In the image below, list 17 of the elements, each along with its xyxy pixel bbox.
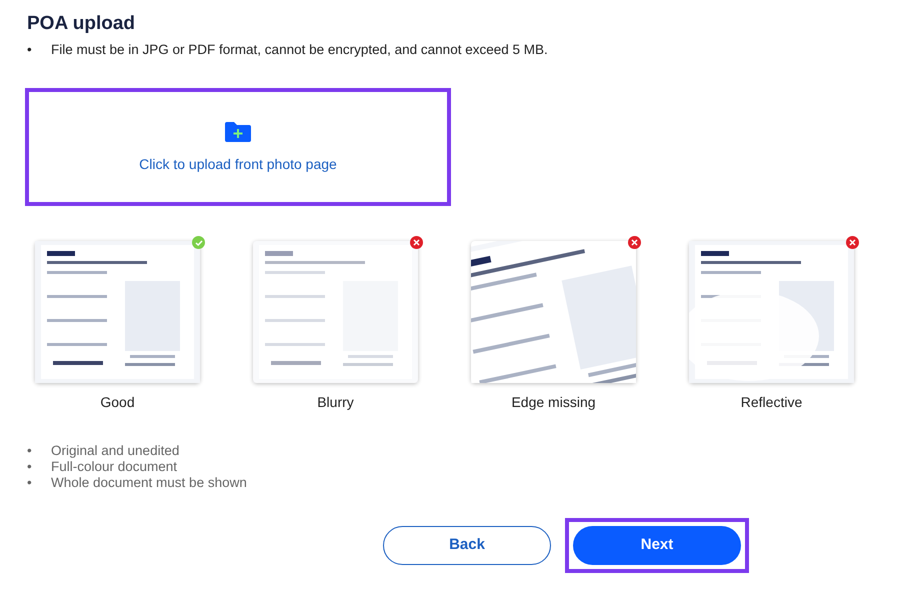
bullet: • [27,459,33,475]
example-label: Good [100,393,135,412]
checklist-item: Full-colour document [51,459,178,475]
upload-area[interactable]: Click to upload front photo page [25,88,451,206]
bullet: • [27,41,33,59]
requirement-text: File must be in JPG or PDF format, cannot be encrypted, and cannot exceed 5 MB. [51,41,548,59]
page-title: POA upload [27,12,136,36]
example-label: Reflective [740,393,802,412]
bullet: • [27,443,33,459]
next-button[interactable]: Next [573,526,741,565]
back-button[interactable]: Back [383,526,551,565]
bullet: • [27,475,33,491]
example-label: Edge missing [511,393,596,412]
checklist-item: Whole document must be shown [51,475,247,491]
add-folder-icon [223,120,253,144]
example-label: Blurry [317,393,354,412]
checklist-item: Original and unedited [51,443,180,459]
